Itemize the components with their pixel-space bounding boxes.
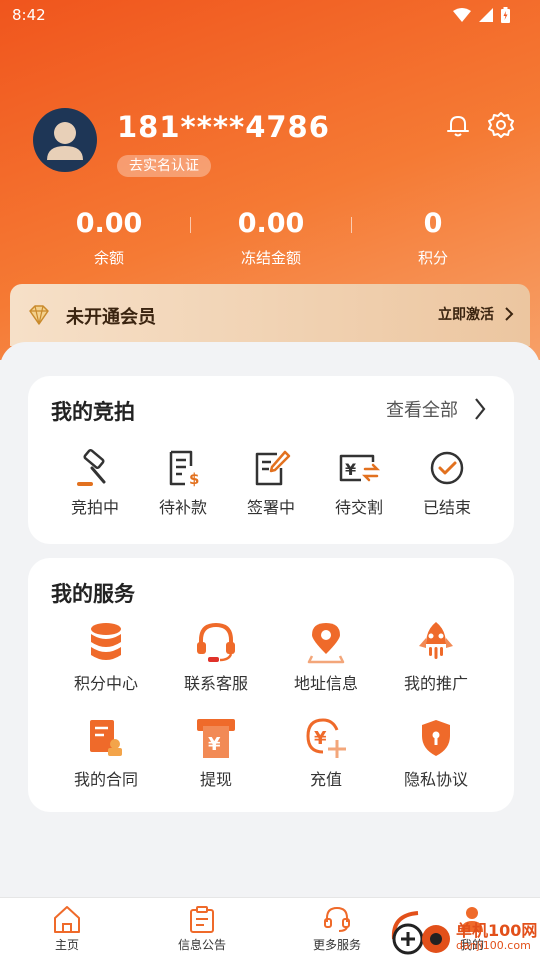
svg-text:¥: ¥ [208,734,221,755]
yuan-exchange-icon: ¥ [339,454,381,482]
service-icon [324,906,350,932]
stat-value: 0.00 [75,208,143,239]
item-label: 提现 [199,770,232,789]
check-circle-icon [430,451,464,485]
tab-more-services[interactable]: 更多服务 [287,904,387,953]
auction-pending-delivery[interactable]: ¥ 待交割 [309,448,409,518]
item-label: 联系客服 [183,674,248,693]
item-label: 地址信息 [293,674,358,693]
svg-text:¥: ¥ [314,728,327,749]
item-label: 竞拍中 [70,498,119,517]
bell-icon[interactable] [445,112,471,138]
tab-notices[interactable]: 信息公告 [152,904,252,953]
headset-icon [197,622,235,662]
notice-icon [190,906,214,933]
location-pin-icon [307,623,345,664]
service-contracts[interactable]: 我的合同 [56,716,156,790]
recharge-icon: ¥ [306,718,346,758]
service-recharge[interactable]: ¥ 充值 [276,716,376,790]
verify-identity-button[interactable]: 去实名认证 [117,155,211,177]
view-all-label: 查看全部 [386,400,458,421]
service-privacy-policy[interactable]: 隐私协议 [386,716,486,790]
status-icons [453,7,510,23]
contract-icon [90,720,122,756]
service-customer-support[interactable]: 联系客服 [166,620,266,694]
wifi-icon [453,8,471,22]
stat-label: 冻结金额 [240,249,301,267]
withdraw-icon: ¥ [197,719,235,758]
view-all-link[interactable]: 查看全部 [386,396,486,422]
card-title: 我的服务 [51,582,135,606]
gavel-icon [77,448,106,486]
battery-icon [501,7,510,23]
stat-label: 积分 [417,249,448,267]
item-label: 待补款 [158,498,207,517]
watermark-text: 单机100网 [456,921,538,940]
auction-bidding[interactable]: 竞拍中 [45,448,145,518]
stat-value: 0.00 [237,208,305,239]
rocket-icon [419,622,453,659]
tab-label: 主页 [54,938,79,952]
chevron-right-icon [475,398,486,420]
avatar[interactable] [33,108,97,172]
service-points-center[interactable]: 积分中心 [56,620,156,694]
diamond-icon [29,305,49,325]
svg-text:$: $ [189,470,199,488]
membership-status: 未开通会员 [66,307,156,328]
avatar-person-icon [47,122,83,160]
bill-dollar-icon: $ [169,450,199,488]
card-title: 我的竞拍 [51,400,135,424]
item-label: 我的推广 [403,674,468,693]
watermark-url: danji100.com [456,939,531,952]
signal-icon [479,8,493,22]
service-address-info[interactable]: 地址信息 [276,620,376,694]
stat-points[interactable]: 0 积分 [348,205,518,268]
tab-home[interactable]: 主页 [17,904,117,953]
watermark: 单机100网 danji100.com [390,905,540,960]
home-icon [54,906,80,933]
tab-label: 信息公告 [177,938,226,952]
stat-balance[interactable]: 0.00 余额 [24,205,194,268]
status-time: 8:42 [12,6,46,24]
chevron-right-icon [505,307,514,321]
stat-label: 余额 [93,249,124,267]
main-content: 我的竞拍 查看全部 竞拍中 $ 待补款 签署中 ¥ 待交割 已结束 我的服务 积… [0,342,540,897]
service-withdraw[interactable]: ¥ 提现 [166,716,266,790]
item-label: 积分中心 [73,674,138,693]
database-icon [91,623,121,660]
stat-frozen[interactable]: 0.00 冻结金额 [186,205,356,268]
item-label: 已结束 [422,498,471,517]
privacy-shield-icon [422,720,450,756]
activate-label: 立即激活 [438,307,494,323]
item-label: 我的合同 [73,770,138,789]
user-phone: 181****4786 [117,110,330,144]
tab-label: 更多服务 [312,938,361,952]
activate-membership-link[interactable]: 立即激活 [438,303,514,325]
membership-banner[interactable]: 未开通会员 立即激活 [10,284,530,346]
service-promotion[interactable]: 我的推广 [386,620,486,694]
sign-document-icon [255,450,291,486]
gear-icon[interactable] [487,111,515,139]
item-label: 待交割 [334,498,383,517]
svg-text:¥: ¥ [345,460,356,479]
auction-pending-payment[interactable]: $ 待补款 [133,448,233,518]
item-label: 隐私协议 [403,770,468,789]
auction-signing[interactable]: 签署中 [221,448,321,518]
watermark-logo-icon [391,911,450,955]
wallet-stats: 0.00 余额 0.00 冻结金额 0 积分 [20,205,520,275]
status-bar: 8:42 [0,0,540,32]
my-services-card: 我的服务 积分中心 联系客服 地址信息 我的推广 我的合同 ¥ 提现 ¥ 充值 … [28,558,514,812]
stat-value: 0 [423,208,443,239]
item-label: 签署中 [246,498,295,517]
my-auctions-card: 我的竞拍 查看全部 竞拍中 $ 待补款 签署中 ¥ 待交割 已结束 [28,376,514,544]
item-label: 充值 [309,770,342,789]
auction-finished[interactable]: 已结束 [397,448,497,518]
